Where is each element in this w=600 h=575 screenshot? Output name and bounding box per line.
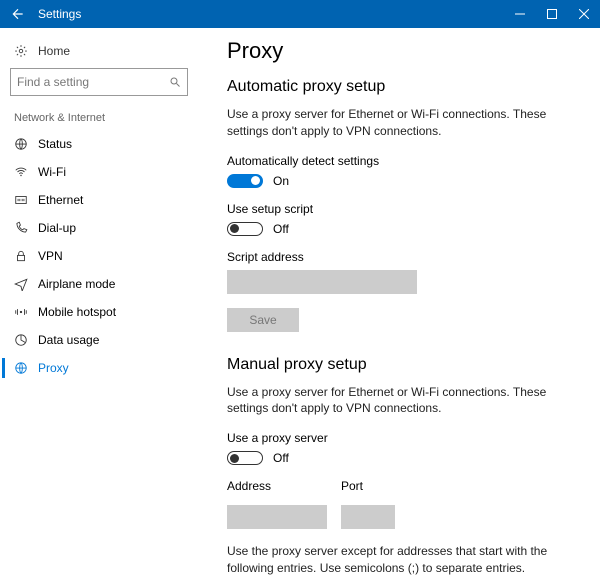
sidebar-item-label: Status [38,137,72,151]
globe-icon [14,361,28,375]
content: Proxy Automatic proxy setup Use a proxy … [195,28,600,575]
vpn-icon [14,249,28,263]
detect-label: Automatically detect settings [227,154,572,168]
sidebar-item-vpn[interactable]: VPN [10,242,195,270]
wifi-icon [14,165,28,179]
globe-icon [14,137,28,151]
close-icon [579,9,589,19]
home-button[interactable]: Home [10,38,195,68]
window-title: Settings [36,7,81,21]
manual-heading: Manual proxy setup [227,356,572,374]
address-label: Address [227,479,327,493]
sidebar-item-label: VPN [38,249,63,263]
port-label: Port [341,479,395,493]
auto-heading: Automatic proxy setup [227,78,572,96]
sidebar-item-airplane[interactable]: Airplane mode [10,270,195,298]
search-icon [169,76,181,88]
back-button[interactable] [0,0,36,28]
script-addr-label: Script address [227,250,572,264]
save-button[interactable]: Save [227,308,299,332]
sidebar: Home Find a setting Network & Internet S… [0,28,195,575]
sidebar-item-hotspot[interactable]: Mobile hotspot [10,298,195,326]
titlebar: Settings [0,0,600,28]
sidebar-item-status[interactable]: Status [10,130,195,158]
sidebar-item-label: Data usage [38,333,99,347]
hotspot-icon [14,305,28,319]
use-proxy-toggle[interactable] [227,451,263,465]
sidebar-item-ethernet[interactable]: Ethernet [10,186,195,214]
data-icon [14,333,28,347]
phone-icon [14,221,28,235]
auto-desc: Use a proxy server for Ethernet or Wi-Fi… [227,106,567,140]
page-title: Proxy [227,38,572,64]
maximize-button[interactable] [536,0,568,28]
search-placeholder: Find a setting [17,75,89,89]
main: Home Find a setting Network & Internet S… [0,28,600,575]
close-button[interactable] [568,0,600,28]
manual-desc: Use a proxy server for Ethernet or Wi-Fi… [227,384,567,418]
except-desc: Use the proxy server except for addresse… [227,543,567,575]
detect-state: On [273,174,289,188]
sidebar-item-datausage[interactable]: Data usage [10,326,195,354]
minimize-button[interactable] [504,0,536,28]
sidebar-item-label: Ethernet [38,193,83,207]
script-address-input[interactable] [227,270,417,294]
sidebar-item-wifi[interactable]: Wi-Fi [10,158,195,186]
port-input[interactable] [341,505,395,529]
maximize-icon [547,9,557,19]
sidebar-item-label: Airplane mode [38,277,115,291]
arrow-left-icon [11,7,25,21]
use-proxy-state: Off [273,451,289,465]
search-input[interactable]: Find a setting [10,68,188,96]
address-input[interactable] [227,505,327,529]
gear-icon [14,44,28,58]
sidebar-item-label: Mobile hotspot [38,305,116,319]
home-label: Home [38,44,70,58]
use-proxy-label: Use a proxy server [227,431,572,445]
sidebar-item-label: Wi-Fi [38,165,66,179]
script-toggle[interactable] [227,222,263,236]
sidebar-item-label: Proxy [38,361,69,375]
script-state: Off [273,222,289,236]
airplane-icon [14,277,28,291]
minimize-icon [515,9,525,19]
sidebar-item-dialup[interactable]: Dial-up [10,214,195,242]
sidebar-item-proxy[interactable]: Proxy [10,354,195,382]
detect-toggle[interactable] [227,174,263,188]
script-toggle-label: Use setup script [227,202,572,216]
sidebar-item-label: Dial-up [38,221,76,235]
ethernet-icon [14,193,28,207]
section-label: Network & Internet [14,112,195,124]
